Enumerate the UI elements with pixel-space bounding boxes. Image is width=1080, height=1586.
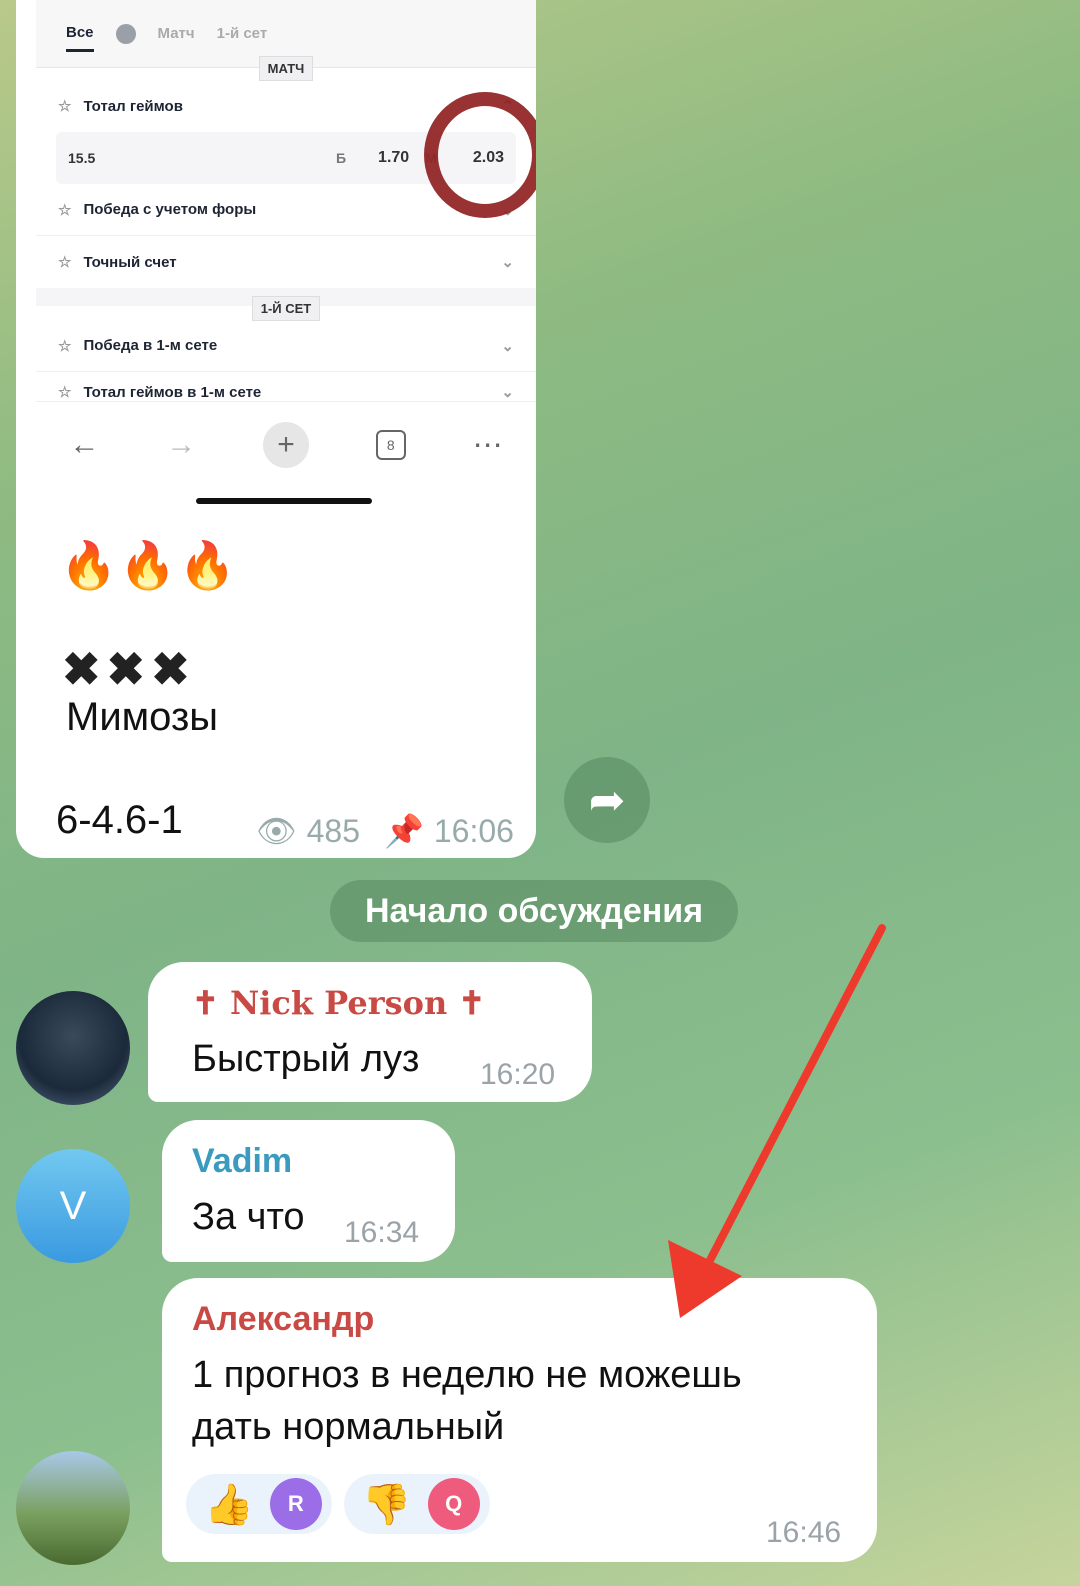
red-arrow-annotation — [668, 924, 886, 1318]
